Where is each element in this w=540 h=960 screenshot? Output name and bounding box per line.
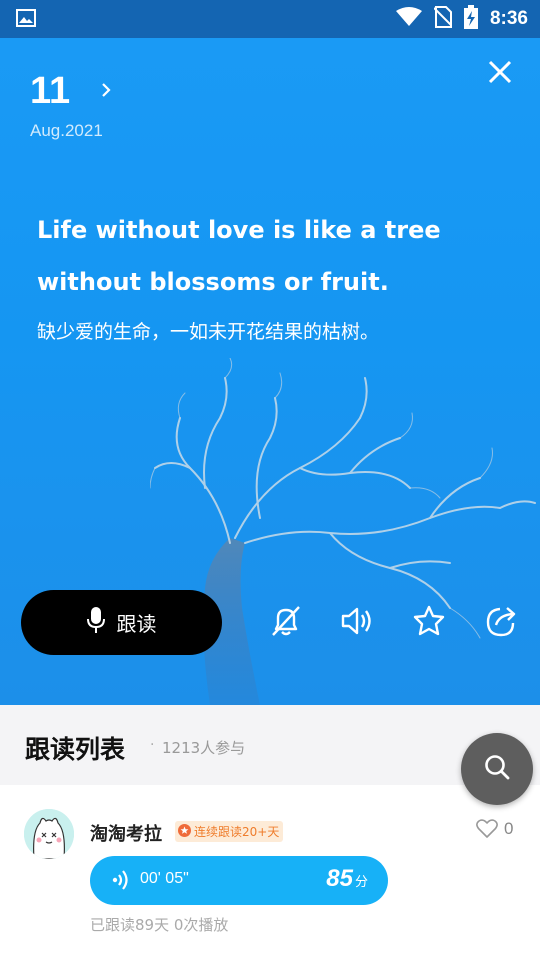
item-meta: 已跟读89天 0次播放 (90, 916, 229, 934)
score-value: 85 (326, 865, 353, 892)
search-button[interactable] (461, 733, 533, 805)
star-icon[interactable] (411, 603, 447, 639)
quote-chinese: 缺少爱的生命，一如未开花结果的枯树。 (37, 321, 380, 343)
like-count: 0 (504, 819, 514, 838)
battery-charging-icon (463, 5, 478, 33)
quote-english-line-1: Life without love is like a tree (37, 216, 441, 244)
heart-icon[interactable] (476, 819, 498, 843)
quote-hero: 11 Aug.2021 Life without love is like a … (0, 38, 540, 705)
score-unit: 分 (354, 875, 368, 890)
clock-time: 8:36 (489, 8, 528, 29)
microphone-icon (86, 607, 105, 638)
close-icon[interactable] (484, 56, 516, 88)
wifi-icon (395, 7, 422, 31)
list-item: 淘淘考拉 连续跟读20+天 0 00' 05" 85 分 已跟读89天 0次播放 (0, 785, 540, 960)
avatar[interactable] (24, 809, 74, 859)
list-separator-dot: · (150, 737, 155, 753)
status-bar: 8:36 (0, 0, 540, 38)
score: 85 分 (326, 865, 368, 893)
date-day[interactable]: 11 (30, 70, 70, 113)
audio-wave-icon (112, 869, 132, 895)
daily-quote-page: 8:36 11 Aug.2021 Life without love is li… (0, 0, 540, 960)
alarm-off-icon[interactable] (268, 603, 304, 639)
chevron-right-icon[interactable] (100, 82, 112, 102)
follow-read-label: 跟读 (116, 612, 157, 636)
badge-star-icon (178, 823, 191, 840)
quote-english-line-2: without blossoms or fruit. (37, 268, 389, 296)
date-month-year: Aug.2021 (30, 121, 103, 140)
follow-read-button[interactable]: 跟读 (21, 590, 222, 655)
participant-count: 1213人参与 (162, 739, 246, 757)
speaker-icon[interactable] (339, 603, 375, 639)
username[interactable]: 淘淘考拉 (90, 820, 162, 846)
streak-badge-label: 连续跟读20+天 (194, 825, 280, 839)
no-sim-icon (433, 6, 453, 32)
list-title: 跟读列表 (25, 735, 126, 764)
tree-illustration (150, 358, 536, 705)
audio-playback-button[interactable]: 00' 05" 85 分 (90, 856, 388, 905)
quote-english: Life without love is like a tree without… (37, 204, 507, 308)
image-icon (16, 9, 36, 31)
search-icon (483, 753, 511, 785)
streak-badge: 连续跟读20+天 (175, 821, 284, 842)
audio-duration: 00' 05" (140, 870, 189, 887)
share-icon[interactable] (483, 603, 519, 639)
follow-read-list-header: 跟读列表 · 1213人参与 (0, 705, 540, 785)
